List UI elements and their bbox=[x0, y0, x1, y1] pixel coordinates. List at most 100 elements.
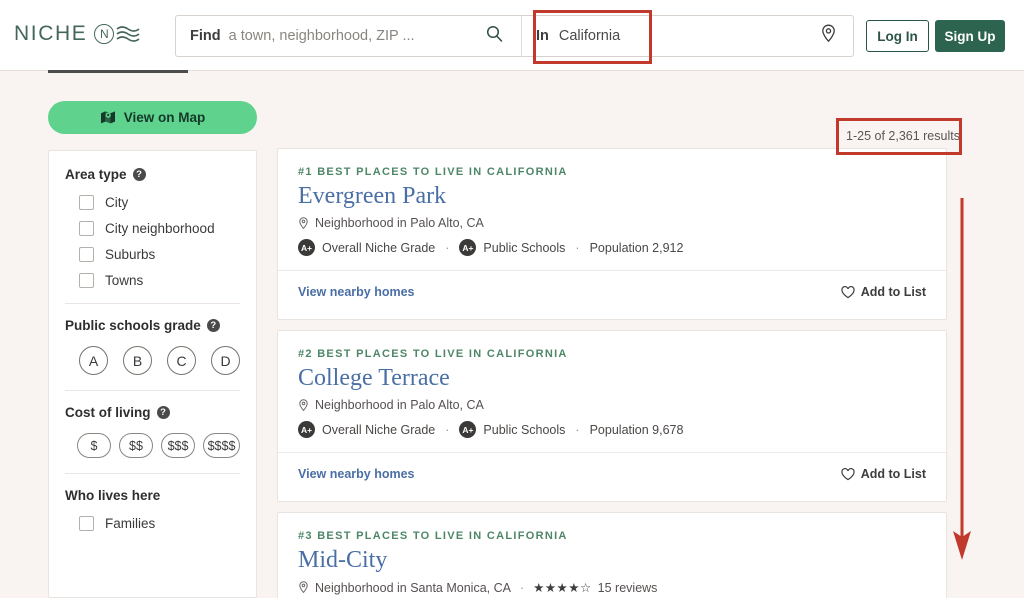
logo-circle-n: N bbox=[94, 24, 115, 44]
view-nearby-homes-link[interactable]: View nearby homes bbox=[298, 285, 415, 299]
result-card-body: #3 BEST PLACES TO LIVE IN CALIFORNIA Mid… bbox=[278, 513, 946, 598]
filter-option-label: Families bbox=[105, 516, 156, 531]
filter-title-area-type: Area type ? bbox=[65, 167, 240, 182]
result-rank-line: #3 BEST PLACES TO LIVE IN CALIFORNIA bbox=[298, 530, 568, 542]
result-location-text: Neighborhood in Palo Alto, CA bbox=[315, 398, 484, 412]
cost-option-4[interactable]: $$$$ bbox=[203, 433, 240, 458]
result-location-text: Neighborhood in Santa Monica, CA bbox=[315, 580, 511, 595]
filter-option-label: City neighborhood bbox=[105, 221, 215, 236]
help-icon[interactable]: ? bbox=[132, 168, 146, 181]
add-to-list-button[interactable]: Add to List bbox=[841, 285, 926, 299]
result-grades: A+ Overall Niche Grade · A+ Public Schoo… bbox=[298, 239, 926, 256]
filter-option-city-neighborhood[interactable]: City neighborhood bbox=[79, 221, 240, 236]
waves-icon bbox=[116, 26, 140, 42]
log-in-button[interactable]: Log In bbox=[866, 20, 929, 52]
filter-group-public-schools-grade: Public schools grade ? A B C D bbox=[49, 318, 256, 375]
cost-option-2[interactable]: $$ bbox=[119, 433, 153, 458]
find-label: Find bbox=[190, 28, 221, 44]
separator: · bbox=[445, 422, 450, 437]
add-to-list-label: Add to List bbox=[860, 285, 926, 299]
help-icon[interactable]: ? bbox=[206, 319, 220, 332]
map-pin-icon[interactable] bbox=[820, 24, 837, 48]
filter-option-label: Suburbs bbox=[105, 247, 156, 262]
checkbox[interactable] bbox=[79, 273, 94, 288]
result-card[interactable]: #2 BEST PLACES TO LIVE IN CALIFORNIA Col… bbox=[277, 330, 947, 502]
result-location: Neighborhood in Palo Alto, CA bbox=[298, 216, 926, 230]
grade-option-c[interactable]: C bbox=[167, 346, 196, 375]
niche-logo[interactable]: NICHE N bbox=[14, 22, 142, 46]
filter-option-label: Towns bbox=[105, 273, 144, 288]
in-label: In bbox=[536, 28, 549, 44]
grade-option-a[interactable]: A bbox=[79, 346, 108, 375]
grade-options: A B C D bbox=[79, 346, 240, 375]
filter-group-area-type: Area type ? City City neighborhood Subur… bbox=[49, 167, 256, 288]
result-population: Population 2,912 bbox=[589, 240, 684, 255]
results-count: 1-25 of 2,361 results bbox=[846, 129, 960, 143]
view-nearby-homes-link[interactable]: View nearby homes bbox=[298, 467, 415, 481]
filter-title-who-lives-here: Who lives here bbox=[65, 488, 240, 503]
grade-badge: A+ bbox=[298, 239, 315, 256]
grade-label: Public Schools bbox=[483, 240, 566, 255]
grade-option-b[interactable]: B bbox=[123, 346, 152, 375]
search-find-section[interactable]: Find a town, neighborhood, ZIP ... bbox=[176, 16, 521, 56]
result-location-text: Neighborhood in Palo Alto, CA bbox=[315, 216, 484, 230]
result-place-name[interactable]: College Terrace bbox=[298, 363, 926, 393]
filter-option-city[interactable]: City bbox=[79, 195, 240, 210]
review-count: 15 reviews bbox=[597, 580, 658, 595]
filter-title-text: Who lives here bbox=[65, 488, 161, 503]
result-card[interactable]: #1 BEST PLACES TO LIVE IN CALIFORNIA Eve… bbox=[277, 148, 947, 320]
filter-option-families[interactable]: Families bbox=[79, 516, 240, 531]
grade-badge: A+ bbox=[298, 421, 315, 438]
heart-icon bbox=[841, 285, 855, 298]
result-card[interactable]: #3 BEST PLACES TO LIVE IN CALIFORNIA Mid… bbox=[277, 512, 947, 598]
map-pin-icon bbox=[299, 581, 308, 594]
divider bbox=[65, 390, 240, 391]
divider bbox=[65, 473, 240, 474]
search-icon[interactable] bbox=[486, 25, 503, 47]
filters-panel: Area type ? City City neighborhood Subur… bbox=[48, 150, 257, 598]
scroll-down-arrow bbox=[953, 198, 971, 560]
grade-option-d[interactable]: D bbox=[211, 346, 240, 375]
divider bbox=[65, 303, 240, 304]
heart-icon bbox=[841, 467, 855, 480]
checkbox[interactable] bbox=[79, 195, 94, 210]
checkbox[interactable] bbox=[79, 516, 94, 531]
search-in-section[interactable]: In California bbox=[522, 16, 853, 56]
result-population: Population 9,678 bbox=[589, 422, 684, 437]
add-to-list-button[interactable]: Add to List bbox=[841, 467, 926, 481]
filter-title-public-schools-grade: Public schools grade ? bbox=[65, 318, 240, 333]
checkbox[interactable] bbox=[79, 221, 94, 236]
sign-up-button[interactable]: Sign Up bbox=[935, 20, 1005, 52]
filter-title-text: Area type bbox=[65, 167, 127, 182]
grade-badge: A+ bbox=[459, 239, 477, 256]
filter-title-text: Cost of living bbox=[65, 405, 151, 420]
result-card-footer: View nearby homes Add to List bbox=[278, 270, 946, 313]
map-icon bbox=[100, 111, 115, 124]
view-on-map-button[interactable]: View on Map bbox=[48, 101, 257, 134]
star-rating: ★★★★☆ bbox=[533, 581, 592, 595]
active-tab-underline bbox=[48, 70, 188, 73]
logo-mark: N bbox=[94, 24, 142, 44]
filter-title-cost-of-living: Cost of living ? bbox=[65, 405, 240, 420]
help-icon[interactable]: ? bbox=[156, 406, 170, 419]
cost-option-1[interactable]: $ bbox=[77, 433, 111, 458]
result-card-body: #2 BEST PLACES TO LIVE IN CALIFORNIA Col… bbox=[278, 331, 946, 452]
cost-option-3[interactable]: $$$ bbox=[161, 433, 195, 458]
result-card-footer: View nearby homes Add to List bbox=[278, 452, 946, 495]
filter-option-towns[interactable]: Towns bbox=[79, 273, 240, 288]
filter-option-suburbs[interactable]: Suburbs bbox=[79, 247, 240, 262]
result-grades: A+ Overall Niche Grade · A+ Public Schoo… bbox=[298, 421, 926, 438]
filter-option-label: City bbox=[105, 195, 129, 210]
separator: · bbox=[519, 580, 525, 595]
separator: · bbox=[575, 422, 580, 437]
site-header: NICHE N Find a town, neighborhood, ZIP .… bbox=[0, 0, 1024, 71]
result-place-name[interactable]: Evergreen Park bbox=[298, 181, 926, 211]
result-place-name[interactable]: Mid-City bbox=[298, 545, 926, 575]
grade-badge: A+ bbox=[459, 421, 477, 438]
checkbox[interactable] bbox=[79, 247, 94, 262]
map-pin-icon bbox=[299, 216, 308, 229]
logo-wordmark: NICHE bbox=[14, 22, 88, 45]
state-input-value[interactable]: California bbox=[559, 28, 620, 44]
filter-title-text: Public schools grade bbox=[65, 318, 201, 333]
result-rank-line: #2 BEST PLACES TO LIVE IN CALIFORNIA bbox=[298, 348, 568, 360]
